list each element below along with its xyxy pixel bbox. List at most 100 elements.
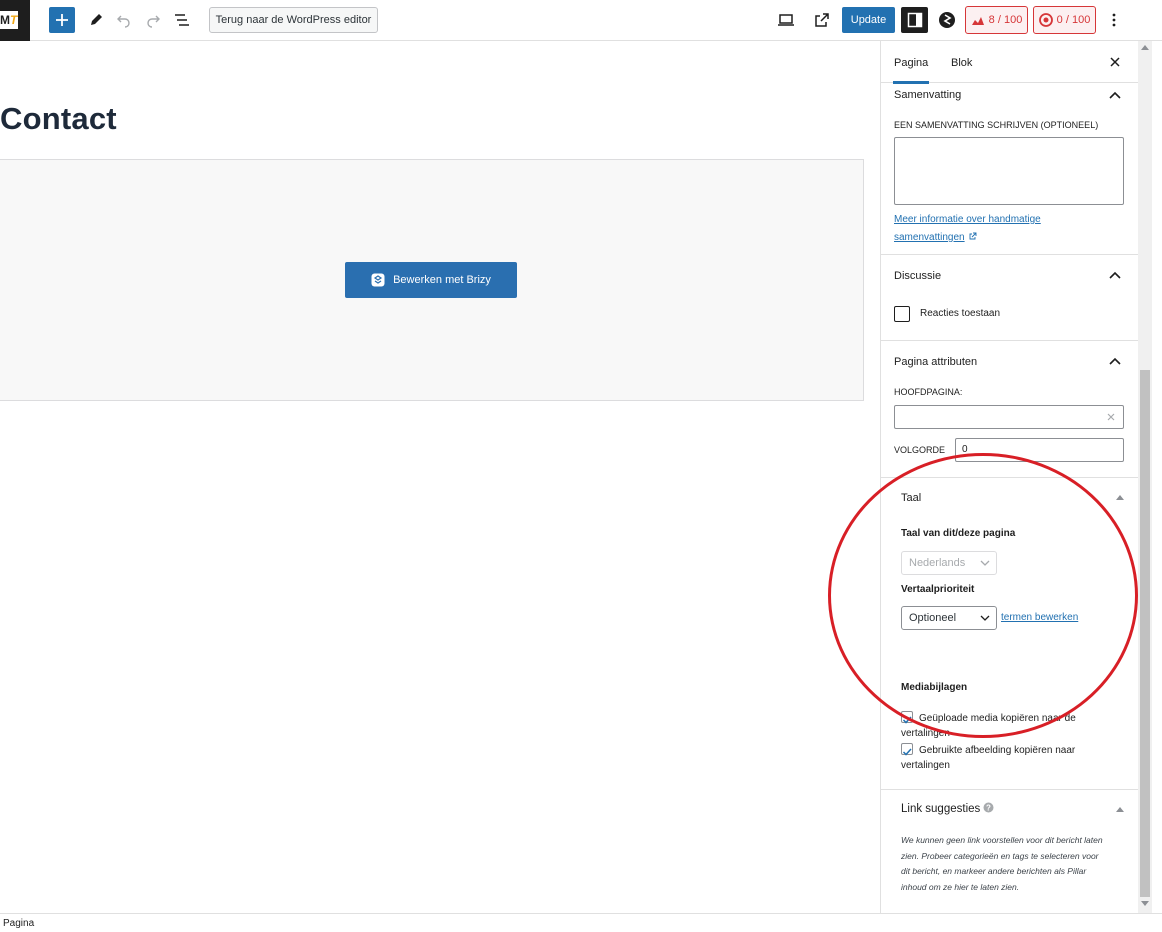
undo-button[interactable]: [112, 8, 136, 32]
summary-help-link-line1[interactable]: Meer informatie over handmatige: [894, 213, 1124, 227]
back-to-wordpress-editor-button[interactable]: Terug naar de WordPress editor: [209, 7, 378, 33]
chevron-up-icon: [1109, 91, 1121, 99]
list-view-icon: [175, 14, 189, 26]
list-view-button[interactable]: [170, 8, 194, 32]
link-suggestions-heading[interactable]: Link suggesties ?: [901, 802, 994, 815]
breadcrumb-item[interactable]: Pagina: [3, 918, 34, 929]
readability-score-value: 0 / 100: [1056, 14, 1091, 26]
translation-priority-select[interactable]: Optioneel: [901, 606, 997, 630]
block-breadcrumb-footer: Pagina: [0, 913, 1162, 932]
brizy-plugin-button[interactable]: [935, 8, 959, 32]
logo-text: M: [0, 13, 10, 27]
link-suggestions-panel: Link suggesties ? We kunnen geen link vo…: [881, 790, 1138, 913]
allow-comments-checkbox[interactable]: [894, 306, 910, 322]
copy-uploaded-media-line1: Geüploade media kopiëren naar de: [919, 713, 1076, 724]
editor-toolbar: MT Terug naar de WordPress editor Update…: [0, 0, 1162, 41]
link-suggestions-toggle[interactable]: [1112, 801, 1128, 817]
language-heading[interactable]: Taal: [901, 492, 921, 504]
laptop-icon: [778, 14, 794, 26]
help-icon[interactable]: ?: [983, 802, 994, 813]
copy-featured-image-line1: Gebruikte afbeelding kopiëren naar: [919, 745, 1076, 756]
page-language-value: Nederlands: [909, 557, 966, 569]
link-suggestions-title: Link suggesties: [901, 803, 981, 815]
readability-score-badge[interactable]: 0 / 100: [1033, 6, 1096, 34]
chevron-up-icon: [1109, 357, 1121, 365]
edit-with-brizy-button[interactable]: Bewerken met Brizy: [345, 262, 517, 298]
redo-icon: [147, 15, 160, 28]
undo-icon: [117, 15, 130, 28]
copy-featured-image-line2: vertalingen: [901, 760, 950, 771]
parent-page-combobox[interactable]: [894, 405, 1124, 429]
link-suggestions-line4: inhoud om ze hier te laten zien.: [901, 881, 1020, 892]
update-button[interactable]: Update: [842, 7, 895, 33]
summary-textarea[interactable]: [894, 137, 1124, 205]
page-attributes-panel: Pagina attributen HOOFDPAGINA: VOLGORDE …: [881, 341, 1138, 478]
page-language-label: Taal van dit/deze pagina: [901, 528, 1016, 539]
sidebar-toggle-icon: [907, 12, 922, 28]
link-suggestions-message: We kunnen geen link voorstellen voor dit…: [901, 833, 1126, 895]
edit-terms-link[interactable]: termen bewerken: [1001, 611, 1078, 625]
close-sidebar-button[interactable]: [1107, 54, 1123, 70]
summary-label: EEN SAMENVATTING SCHRIJVEN (OPTIONEEL): [894, 120, 1099, 130]
order-input[interactable]: 0: [955, 438, 1124, 462]
language-panel: Taal Taal van dit/deze pagina Nederlands…: [881, 478, 1138, 790]
discussion-panel: Discussie Reacties toestaan: [881, 255, 1138, 341]
external-link-icon: [815, 13, 829, 27]
settings-sidebar: Pagina Blok Samenvatting EEN SAMENVATTIN…: [880, 41, 1138, 913]
discussion-heading[interactable]: Discussie: [894, 270, 941, 282]
sidebar-scrollbar-thumb[interactable]: [1140, 370, 1150, 897]
link-suggestions-line2: zien. Probeer categorieën en tags te sel…: [901, 850, 1099, 861]
allow-comments-label: Reacties toestaan: [920, 308, 1001, 319]
seo-score-value: 8 / 100: [988, 14, 1023, 26]
options-menu-button[interactable]: [1102, 8, 1126, 32]
tab-pagina[interactable]: Pagina: [892, 41, 930, 84]
edit-with-brizy-label: Bewerken met Brizy: [393, 274, 491, 286]
tools-button[interactable]: [84, 8, 108, 32]
copy-uploaded-media-label: Geüploade media kopiëren naar de vertali…: [901, 711, 1111, 741]
site-logo[interactable]: MT: [0, 0, 30, 41]
plus-icon: [56, 14, 68, 26]
summary-help-link-line2[interactable]: samenvattingen: [894, 232, 965, 243]
add-block-button[interactable]: [49, 7, 75, 33]
tab-blok[interactable]: Blok: [951, 41, 972, 83]
summary-heading[interactable]: Samenvatting: [894, 89, 961, 101]
translation-priority-value: Optioneel: [909, 612, 957, 624]
view-page-button[interactable]: [810, 8, 834, 32]
triangle-up-icon: [1116, 807, 1124, 812]
seo-icon: [971, 17, 984, 25]
clear-icon[interactable]: [1107, 413, 1115, 421]
summary-panel: Samenvatting EEN SAMENVATTING SCHRIJVEN …: [881, 83, 1138, 255]
link-suggestions-line1: We kunnen geen link voorstellen voor dit…: [901, 835, 1103, 845]
scroll-down-arrow-icon[interactable]: [1141, 901, 1149, 907]
close-icon: [1110, 57, 1120, 67]
pencil-icon: [91, 14, 102, 25]
sidebar-tabs: Pagina Blok: [881, 41, 1138, 84]
chevron-up-icon: [1109, 271, 1121, 279]
summary-help: Meer informatie over handmatige samenvat…: [894, 213, 1124, 245]
language-toggle[interactable]: [1112, 489, 1128, 505]
page-attributes-toggle[interactable]: [1107, 353, 1123, 369]
page-language-select[interactable]: Nederlands: [901, 551, 997, 575]
copy-uploaded-media-line2: vertalingen: [901, 728, 950, 739]
logo-accent: T: [10, 13, 18, 27]
brizy-logo-icon: [939, 12, 955, 28]
settings-toggle-button[interactable]: [901, 7, 928, 33]
preview-button[interactable]: [774, 8, 798, 32]
external-link-icon: [969, 232, 977, 240]
triangle-up-icon: [1116, 495, 1124, 500]
discussion-toggle[interactable]: [1107, 267, 1123, 283]
readability-icon: [1038, 13, 1053, 27]
more-vertical-icon: [1112, 13, 1116, 27]
brizy-icon: [371, 273, 385, 287]
chevron-down-icon: [980, 560, 990, 566]
page-title[interactable]: Contact: [0, 101, 117, 137]
media-attachments-label: Mediabijlagen: [901, 682, 968, 693]
copy-featured-image-label: Gebruikte afbeelding kopiëren naar verta…: [901, 743, 1111, 773]
summary-toggle[interactable]: [1107, 87, 1123, 103]
order-label: VOLGORDE: [894, 445, 946, 455]
translation-priority-label: Vertaalprioriteit: [901, 584, 975, 595]
scroll-up-arrow-icon[interactable]: [1141, 44, 1149, 50]
redo-button[interactable]: [141, 8, 165, 32]
page-attributes-heading[interactable]: Pagina attributen: [894, 356, 977, 368]
seo-score-badge[interactable]: 8 / 100: [965, 6, 1028, 34]
